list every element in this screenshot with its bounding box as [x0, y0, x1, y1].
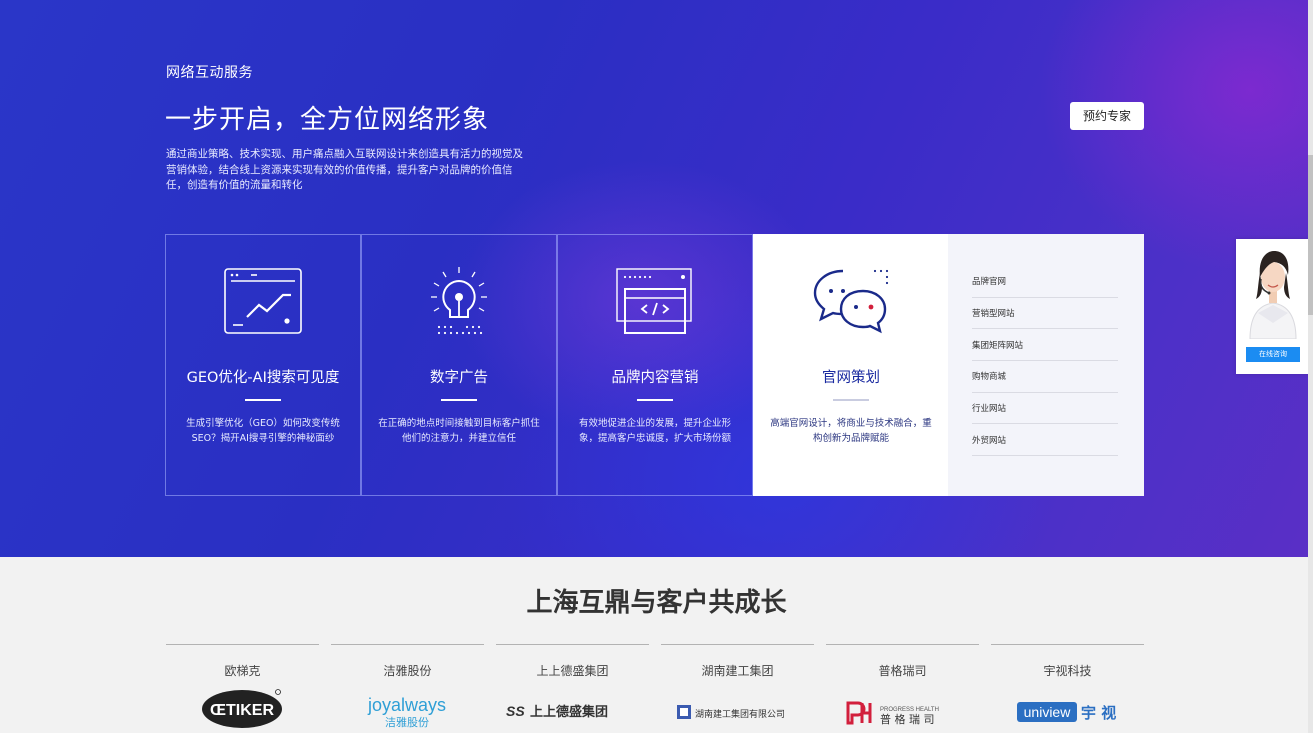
- card-divider: [637, 399, 673, 401]
- logo-subtext: 洁雅股份: [385, 715, 429, 729]
- logo-prefix: SS: [506, 703, 525, 719]
- card-text: 高端官网设计，将商业与技术融合，重构创新为品牌赋能: [770, 418, 932, 444]
- card-title: 官网策划: [822, 370, 880, 386]
- chart-window-icon: [224, 268, 302, 334]
- client-name: 欧梯克: [224, 664, 261, 678]
- oetiker-logo: ŒTIKER: [202, 689, 282, 728]
- service-card-geo[interactable]: GEO优化-AI搜索可见度 生成引擎优化（GEO）如何改变传统SEO？揭开AI搜…: [165, 234, 361, 496]
- client-name: 洁雅股份: [383, 664, 432, 678]
- website-type-list: 品牌官网 营销型网站 集团矩阵网站 购物商城 行业网站 外贸网站: [948, 234, 1144, 496]
- card-text: 有效地促进企业的发展，提升企业形象，提高客户忠诚度，扩大市场份额: [578, 418, 731, 444]
- sublist-item[interactable]: 购物商城: [972, 361, 1118, 393]
- card-text: 在正确的地点时间接触到目标客户抓住他们的注意力，并建立信任: [378, 418, 540, 444]
- service-card-digital-ads[interactable]: 数字广告 在正确的地点时间接触到目标客户抓住他们的注意力，并建立信任: [361, 234, 557, 496]
- hero-section: 网络互动服务 一步开启，全方位网络形象 通过商业策略、技术实现、用户痛点融入互联…: [0, 0, 1313, 557]
- sublist-item[interactable]: 外贸网站: [972, 424, 1118, 457]
- hunan-construction-logo: 湖南建工集团有限公司: [677, 705, 785, 720]
- card-divider: [833, 399, 869, 401]
- shangshang-logo: SS 上上德盛集团: [506, 703, 608, 720]
- uniview-logo: uniview 宇 视: [1017, 702, 1116, 722]
- logo-text: ŒTIKER: [210, 702, 274, 719]
- logo-text: 湖南建工集团有限公司: [695, 708, 785, 720]
- customer-service-avatar: [1249, 251, 1297, 339]
- service-card-website[interactable]: 官网策划 高端官网设计，将商业与技术融合，重构创新为品牌赋能: [753, 234, 949, 496]
- section-eyebrow: 网络互动服务: [166, 65, 253, 81]
- page-scrollbar[interactable]: [1308, 0, 1313, 733]
- client-item[interactable]: 宇视科技 uniview 宇 视: [991, 644, 1144, 733]
- chat-bubbles-icon: [813, 269, 889, 334]
- hero-description: 通过商业策略、技术实现、用户痛点融入互联网设计来创造具有活力的视觉及营销体验，结…: [166, 148, 523, 191]
- client-item[interactable]: 洁雅股份 joyalways 洁雅股份: [331, 644, 484, 733]
- sublist-item[interactable]: 营销型网站: [972, 298, 1118, 330]
- client-name: 湖南建工集团: [701, 664, 774, 678]
- logo-text: uniview: [1024, 704, 1072, 720]
- service-card-brand-content[interactable]: 品牌内容营销 有效地促进企业的发展，提升企业形象，提高客户忠诚度，扩大市场份额: [557, 234, 753, 496]
- client-item[interactable]: 普格瑞司 PROGRESS HEALTH 普 格 瑞 司: [826, 644, 979, 733]
- floating-chat-widget[interactable]: 在线咨询: [1236, 239, 1309, 374]
- hero-title: 一步开启，全方位网络形象: [165, 105, 490, 135]
- client-item[interactable]: 上上德盛集团 SS 上上德盛集团: [496, 644, 649, 733]
- logo-text: 普 格 瑞 司: [880, 712, 935, 726]
- sublist-item[interactable]: 品牌官网: [972, 266, 1118, 298]
- client-logos: 欧梯克 ŒTIKER 洁雅股份 joyalways 洁雅股份 上上德盛集团 SS…: [166, 644, 1144, 733]
- card-divider: [245, 399, 281, 401]
- card-title: 数字广告: [430, 370, 488, 386]
- joyalways-logo: joyalways 洁雅股份: [367, 695, 446, 729]
- logo-subtext: 宇 视: [1081, 704, 1116, 722]
- client-name: 上上德盛集团: [536, 664, 609, 678]
- code-window-icon: [616, 268, 692, 334]
- logo-text: 上上德盛集团: [530, 704, 608, 720]
- online-consult-button[interactable]: 在线咨询: [1246, 347, 1300, 362]
- card-title: GEO优化-AI搜索可见度: [186, 370, 340, 386]
- card-title: 品牌内容营销: [611, 370, 699, 386]
- progress-health-logo: PROGRESS HEALTH 普 格 瑞 司: [846, 701, 939, 726]
- card-text: 生成引擎优化（GEO）如何改变传统SEO？揭开AI搜寻引擎的神秘面纱: [186, 418, 340, 444]
- client-item[interactable]: 湖南建工集团 湖南建工集团有限公司: [661, 644, 814, 733]
- card-divider: [441, 399, 477, 401]
- sublist-item[interactable]: 行业网站: [972, 393, 1118, 425]
- client-name: 宇视科技: [1043, 664, 1092, 678]
- logo-text: joyalways: [367, 695, 446, 715]
- scrollbar-thumb[interactable]: [1308, 155, 1313, 315]
- book-expert-button[interactable]: 预约专家: [1070, 102, 1144, 130]
- client-name: 普格瑞司: [878, 664, 927, 678]
- clients-section-title: 上海互鼎与客户共成长: [526, 588, 787, 618]
- lightbulb-icon: [431, 267, 487, 335]
- service-cards: GEO优化-AI搜索可见度 生成引擎优化（GEO）如何改变传统SEO？揭开AI搜…: [165, 234, 1144, 496]
- sublist-item[interactable]: 集团矩阵网站: [972, 329, 1118, 362]
- client-item[interactable]: 欧梯克 ŒTIKER: [166, 644, 319, 733]
